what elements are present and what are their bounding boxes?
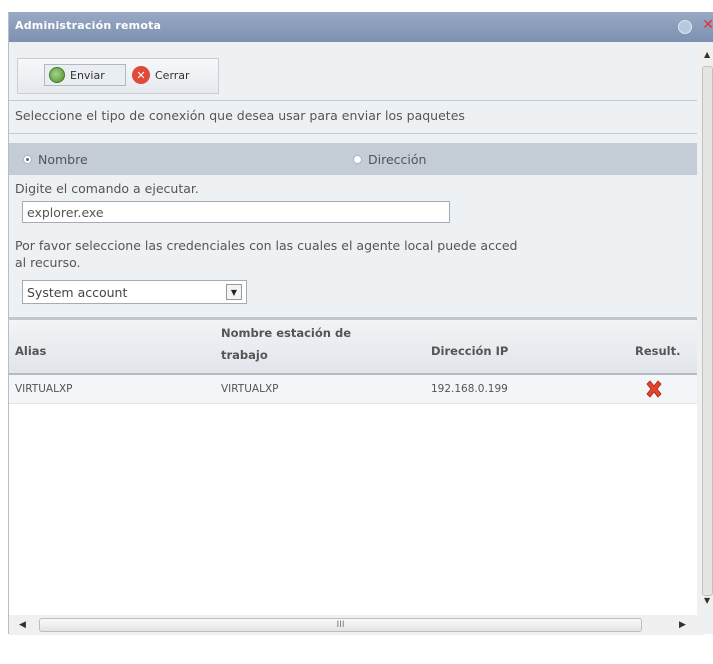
- column-header-result[interactable]: Result.: [635, 344, 681, 358]
- remote-admin-window: Administración remota ✕ Enviar ✕ Cerrar …: [8, 12, 713, 635]
- fail-x-icon: [646, 380, 662, 398]
- toolbar-group: Enviar ✕ Cerrar: [17, 58, 219, 94]
- divider: [9, 133, 697, 134]
- table-header: Alias Nombre estación de trabajo Direcci…: [9, 317, 697, 375]
- cell-alias: VIRTUALXP: [15, 383, 73, 395]
- cell-ip: 192.168.0.199: [431, 383, 508, 395]
- send-button[interactable]: Enviar: [44, 64, 126, 86]
- vertical-scroll-thumb[interactable]: [702, 66, 713, 596]
- credentials-select[interactable]: System account ▼: [22, 280, 247, 304]
- table-row[interactable]: VIRTUALXP VIRTUALXP 192.168.0.199: [9, 375, 697, 404]
- column-header-workstation[interactable]: Nombre estación de: [221, 326, 351, 340]
- title-bar[interactable]: Administración remota ✕: [9, 12, 713, 42]
- vertical-scrollbar[interactable]: ▲ ▼: [699, 48, 713, 608]
- chevron-down-icon[interactable]: ▼: [226, 284, 242, 300]
- scroll-right-icon[interactable]: ▶: [679, 620, 686, 630]
- results-table: Alias Nombre estación de trabajo Direcci…: [9, 317, 697, 617]
- credentials-label-line2: al recurso.: [15, 255, 81, 270]
- column-header-workstation-line2: trabajo: [221, 348, 268, 362]
- window-close-icon[interactable]: ✕: [702, 17, 713, 33]
- column-header-ip[interactable]: Dirección IP: [431, 344, 508, 358]
- column-header-alias[interactable]: Alias: [15, 344, 46, 358]
- cell-workstation: VIRTUALXP: [221, 383, 279, 395]
- send-icon: [49, 67, 65, 83]
- window-title: Administración remota: [15, 19, 162, 32]
- credentials-label-line1: Por favor seleccione las credenciales co…: [15, 238, 518, 253]
- horizontal-scrollbar[interactable]: ◀ III ▶: [9, 615, 704, 635]
- close-button[interactable]: ✕ Cerrar: [130, 64, 210, 86]
- command-input[interactable]: [22, 201, 450, 223]
- radio-nombre-label: Nombre: [38, 152, 88, 167]
- radio-nombre[interactable]: Nombre: [23, 152, 88, 167]
- radio-unchecked-icon: [353, 155, 362, 164]
- send-button-label: Enviar: [70, 68, 105, 82]
- close-button-label: Cerrar: [155, 68, 190, 82]
- radio-direccion[interactable]: Dirección: [353, 152, 426, 167]
- command-label: Digite el comando a ejecutar.: [15, 181, 199, 196]
- credentials-selected-value: System account: [27, 285, 128, 300]
- radio-checked-icon: [23, 155, 32, 164]
- window-menu-icon[interactable]: [678, 20, 692, 34]
- scroll-left-icon[interactable]: ◀: [19, 620, 26, 630]
- radio-direccion-label: Dirección: [368, 152, 427, 167]
- connection-prompt: Seleccione el tipo de conexión que desea…: [15, 108, 465, 123]
- close-icon: ✕: [132, 66, 150, 84]
- connection-type-radios: Nombre Dirección: [9, 143, 697, 175]
- divider: [9, 100, 697, 101]
- toolbar: Enviar ✕ Cerrar: [9, 54, 697, 102]
- horizontal-scroll-thumb[interactable]: III: [39, 618, 642, 632]
- scroll-up-icon[interactable]: ▲: [704, 50, 710, 59]
- scroll-down-icon[interactable]: ▼: [704, 596, 710, 605]
- scroll-grip: III: [336, 620, 345, 630]
